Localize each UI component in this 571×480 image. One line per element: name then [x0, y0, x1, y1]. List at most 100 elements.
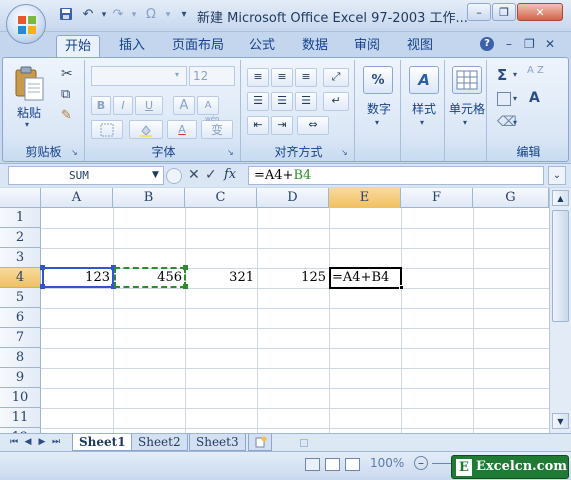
cell-c4[interactable]: 321: [186, 268, 256, 287]
cells-group-button-label[interactable]: 单元格: [447, 100, 487, 117]
name-box-dropdown-icon[interactable]: ▼: [152, 170, 159, 180]
sort-filter-icon[interactable]: A Z: [527, 66, 545, 76]
cancel-edit-icon[interactable]: ✕: [188, 167, 200, 183]
next-sheet-icon[interactable]: ▶: [36, 436, 48, 449]
cells-icon[interactable]: [452, 66, 482, 94]
row-header-1[interactable]: 1: [0, 208, 41, 228]
first-sheet-icon[interactable]: ⏮: [8, 436, 20, 449]
clipboard-launcher-icon[interactable]: ↘: [71, 148, 81, 158]
select-all-corner[interactable]: [0, 188, 41, 208]
bold-button[interactable]: B: [91, 96, 111, 115]
zoom-out-icon[interactable]: –: [414, 456, 428, 470]
row-header-2[interactable]: 2: [0, 228, 41, 248]
row-header-8[interactable]: 8: [0, 348, 41, 368]
wrap-text-icon[interactable]: ↵: [323, 92, 349, 111]
font-name-dropdown-icon[interactable]: ▾: [175, 70, 179, 79]
row-header-10[interactable]: 10: [0, 388, 41, 408]
range-handle[interactable]: [40, 265, 45, 270]
scroll-down-icon[interactable]: ▼: [552, 413, 569, 429]
close-icon[interactable]: ✕: [517, 3, 563, 21]
range-handle[interactable]: [40, 284, 45, 289]
number-group-button-label[interactable]: 数字: [357, 100, 401, 117]
column-header-b[interactable]: B: [113, 188, 185, 208]
page-layout-view-icon[interactable]: [325, 458, 340, 471]
autosum-dropdown-icon[interactable]: ▾: [513, 70, 517, 79]
cells-dropdown-icon[interactable]: ▾: [463, 118, 467, 127]
page-break-view-icon[interactable]: [345, 458, 360, 471]
font-size-combobox[interactable]: 12: [189, 66, 235, 86]
undo-icon[interactable]: ↶: [80, 7, 96, 23]
tab-view[interactable]: 视图: [399, 35, 441, 58]
align-right-icon[interactable]: ☰: [295, 92, 317, 111]
underline-button[interactable]: U: [135, 96, 163, 115]
format-painter-icon[interactable]: ✎: [61, 108, 72, 123]
cut-icon[interactable]: ✂: [61, 66, 73, 82]
tab-page-layout[interactable]: 页面布局: [164, 35, 232, 58]
styles-group[interactable]: A 样式 ▾: [403, 60, 445, 161]
enter-edit-icon[interactable]: ✓: [205, 167, 217, 183]
fill-icon[interactable]: [497, 92, 511, 106]
increase-indent-icon[interactable]: ⇥: [271, 116, 293, 135]
align-top-icon[interactable]: ≡: [247, 68, 269, 87]
cell-d4[interactable]: 125: [258, 268, 328, 287]
fill-color-button[interactable]: [129, 120, 163, 139]
font-color-button[interactable]: A: [167, 120, 197, 139]
row-header-11[interactable]: 11: [0, 408, 41, 428]
row-header-7[interactable]: 7: [0, 328, 41, 348]
styles-group-button-label[interactable]: 样式: [403, 100, 445, 117]
number-dropdown-icon[interactable]: ▾: [375, 118, 379, 127]
help-icon[interactable]: ?: [480, 37, 494, 51]
paste-button-label[interactable]: 粘贴: [13, 104, 45, 121]
minimize-icon[interactable]: –: [467, 3, 491, 21]
align-left-icon[interactable]: ☰: [247, 92, 269, 111]
styles-dropdown-icon[interactable]: ▾: [420, 118, 424, 127]
sheet-tab-sheet2[interactable]: Sheet2: [131, 434, 188, 451]
range-handle[interactable]: [183, 265, 188, 270]
fill-dropdown-icon[interactable]: ▾: [513, 94, 517, 103]
zoom-level[interactable]: 100%: [370, 456, 404, 470]
row-header-3[interactable]: 3: [0, 248, 41, 268]
normal-view-icon[interactable]: [305, 458, 320, 471]
customize-dropdown-icon[interactable]: ▾: [176, 7, 192, 23]
align-center-icon[interactable]: ☰: [271, 92, 293, 111]
shrink-font-button[interactable]: A: [197, 96, 219, 115]
borders-button[interactable]: [91, 120, 123, 139]
column-header-a[interactable]: A: [41, 188, 113, 208]
grow-font-button[interactable]: A: [173, 96, 195, 115]
ribbon-minimize-icon[interactable]: –: [506, 37, 512, 51]
worksheet-grid[interactable]: A B C D E F G 1 2 3 4 5 6 7 8 9 10 11 12…: [0, 188, 549, 433]
formula-bar-splitter[interactable]: [166, 168, 182, 184]
tab-home[interactable]: 开始: [56, 35, 101, 58]
number-group[interactable]: % 数字 ▾: [357, 60, 401, 161]
tab-formulas[interactable]: 公式: [241, 35, 283, 58]
alignment-launcher-icon[interactable]: ↘: [341, 148, 351, 158]
tab-insert[interactable]: 插入: [111, 35, 153, 58]
redo-dropdown-icon[interactable]: ▾: [126, 7, 142, 23]
row-header-5[interactable]: 5: [0, 288, 41, 308]
row-header-6[interactable]: 6: [0, 308, 41, 328]
column-header-c[interactable]: C: [185, 188, 257, 208]
paste-icon[interactable]: [13, 66, 45, 102]
row-header-9[interactable]: 9: [0, 368, 41, 388]
ribbon-restore-icon[interactable]: ❐: [524, 37, 535, 51]
number-format-icon[interactable]: %: [363, 66, 393, 94]
column-header-g[interactable]: G: [473, 188, 549, 208]
insert-function-icon[interactable]: fx: [224, 167, 236, 182]
autosum-icon[interactable]: Σ: [497, 66, 507, 84]
cells-group[interactable]: 单元格 ▾: [447, 60, 487, 161]
styles-icon[interactable]: A: [409, 66, 439, 94]
fill-handle[interactable]: [399, 285, 404, 290]
scroll-thumb[interactable]: [552, 210, 569, 322]
sheet-tab-sheet1[interactable]: Sheet1: [72, 434, 133, 451]
omega-dropdown-icon[interactable]: ▾: [160, 7, 176, 23]
restore-icon[interactable]: ❐: [492, 3, 516, 21]
tab-data[interactable]: 数据: [294, 35, 336, 58]
tab-review[interactable]: 审阅: [346, 35, 388, 58]
name-box[interactable]: SUM: [8, 166, 164, 185]
paste-dropdown-icon[interactable]: ▾: [25, 120, 29, 129]
save-icon[interactable]: [58, 7, 74, 23]
font-launcher-icon[interactable]: ↘: [227, 148, 237, 158]
find-select-icon[interactable]: A: [529, 90, 540, 106]
column-header-d[interactable]: D: [257, 188, 329, 208]
insert-sheet-icon[interactable]: [248, 434, 272, 451]
